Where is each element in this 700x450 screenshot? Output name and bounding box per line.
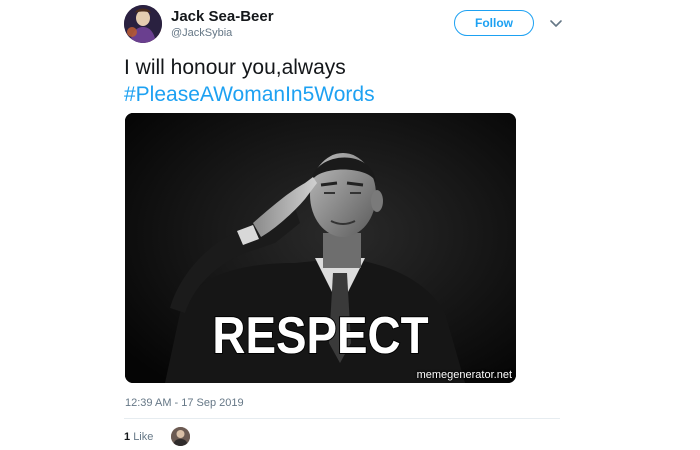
tweet-timestamp[interactable]: 12:39 AM - 17 Sep 2019 <box>125 397 244 409</box>
divider <box>124 418 560 419</box>
meme-caption-text: RESPECT <box>212 307 430 365</box>
chevron-down-icon[interactable] <box>549 16 563 30</box>
user-handle[interactable]: @JackSybia <box>171 27 232 39</box>
display-name[interactable]: Jack Sea-Beer <box>171 8 274 25</box>
user-avatar[interactable] <box>124 5 162 43</box>
likes-label: Like <box>133 431 154 443</box>
tweet: Jack Sea-Beer @JackSybia Follow I will h… <box>0 0 700 450</box>
likes-summary[interactable]: 1 Like <box>124 431 153 443</box>
tweet-media-image[interactable]: RESPECT memegenerator.net <box>125 113 516 383</box>
hashtag-link[interactable]: #PleaseAWomanIn5Words <box>124 81 375 108</box>
likes-count: 1 <box>124 431 131 443</box>
watermark-text: memegenerator.net <box>416 369 512 381</box>
liker-avatar[interactable] <box>171 427 190 446</box>
tweet-text: I will honour you,always <box>124 56 346 79</box>
follow-button[interactable]: Follow <box>454 10 534 36</box>
